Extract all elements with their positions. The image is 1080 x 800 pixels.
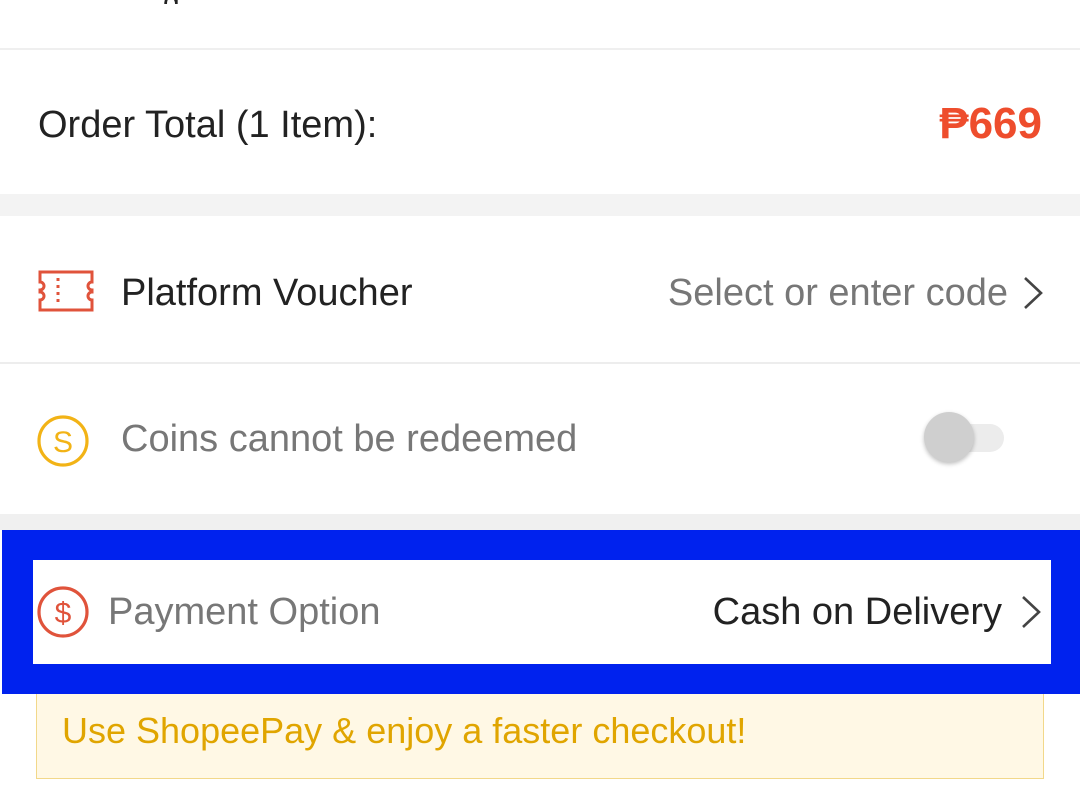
order-total-amount: ₱669 — [939, 99, 1042, 148]
previous-row — [0, 0, 1080, 50]
voucher-code-prompt[interactable]: Select or enter code — [668, 268, 1008, 318]
platform-voucher-label: Platform Voucher — [121, 272, 413, 314]
shopeepay-promo-text: Use ShopeePay & enjoy a faster checkout! — [62, 710, 747, 751]
coin-s-icon: S — [37, 415, 89, 467]
chevron-right-icon[interactable] — [1022, 275, 1044, 311]
cut-off-text: g — [163, 0, 183, 4]
coins-label: Coins cannot be redeemed — [121, 418, 578, 460]
section-gap — [0, 514, 1080, 530]
section-gap — [0, 194, 1080, 216]
payment-method-value[interactable]: Cash on Delivery — [713, 587, 1002, 637]
payment-option-label: Payment Option — [108, 591, 381, 633]
dollar-circle-icon: $ — [37, 586, 89, 638]
coins-toggle-knob[interactable] — [924, 412, 974, 462]
order-total-label: Order Total (1 Item): — [38, 104, 378, 146]
voucher-ticket-icon — [38, 270, 94, 312]
svg-text:S: S — [53, 426, 73, 459]
svg-text:$: $ — [55, 597, 72, 630]
chevron-right-icon[interactable] — [1020, 594, 1042, 630]
